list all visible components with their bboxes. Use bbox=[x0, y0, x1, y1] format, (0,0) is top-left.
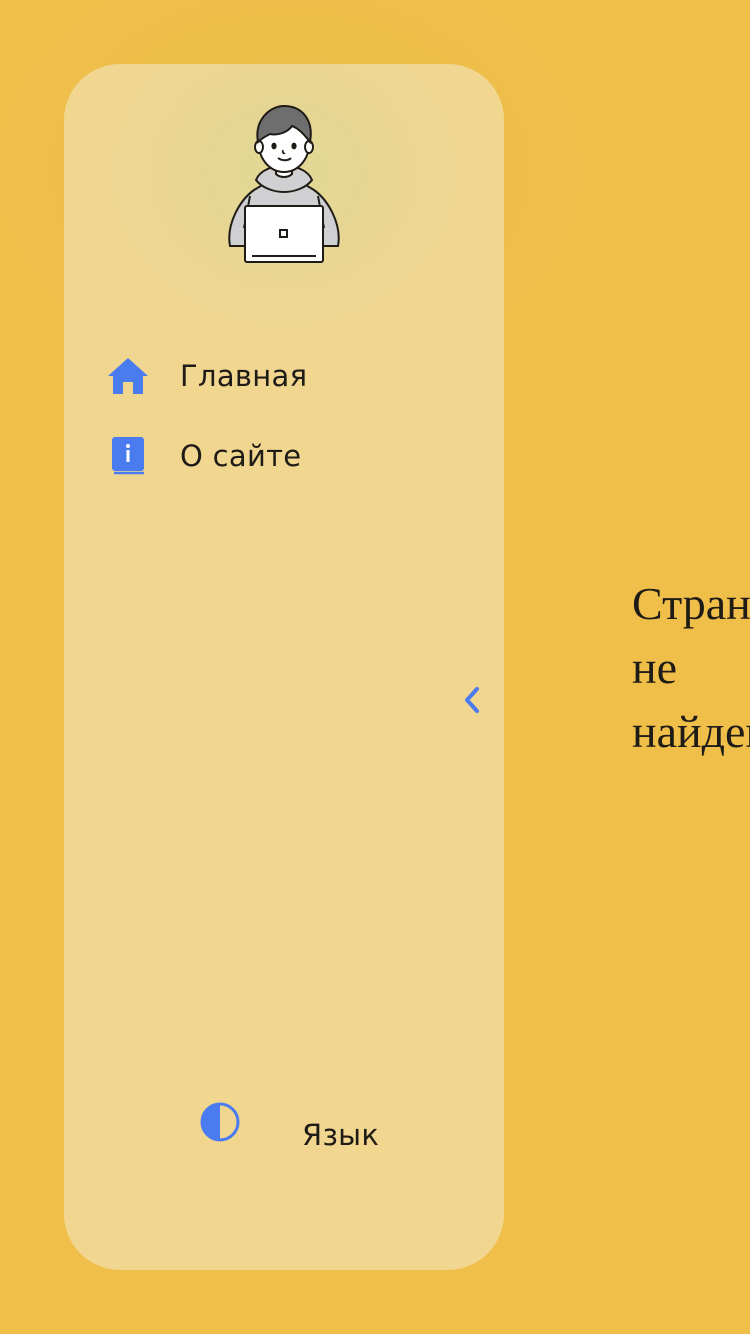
not-found-message: Страница не найдена bbox=[632, 572, 750, 764]
info-book-icon bbox=[100, 428, 156, 484]
theme-toggle-button[interactable] bbox=[196, 1098, 244, 1146]
sidebar-item-about[interactable]: О сайте bbox=[100, 426, 400, 486]
sidebar: Главная О сайте Язык bbox=[64, 64, 504, 1270]
not-found-line-1: Страница bbox=[632, 578, 750, 629]
sidebar-item-home[interactable]: Главная bbox=[100, 346, 400, 406]
half-circle-contrast-icon bbox=[200, 1102, 240, 1142]
chevron-left-icon bbox=[465, 687, 479, 713]
sidebar-item-about-label: О сайте bbox=[180, 439, 302, 473]
language-button[interactable]: Язык bbox=[302, 1118, 379, 1152]
home-icon bbox=[100, 348, 156, 404]
collapse-sidebar-button[interactable] bbox=[452, 678, 492, 722]
not-found-line-3: найдена bbox=[632, 706, 750, 757]
not-found-line-2: не bbox=[632, 642, 678, 693]
sidebar-item-home-label: Главная bbox=[180, 359, 308, 393]
avatar bbox=[222, 100, 346, 270]
person-with-laptop-illustration bbox=[228, 104, 340, 263]
